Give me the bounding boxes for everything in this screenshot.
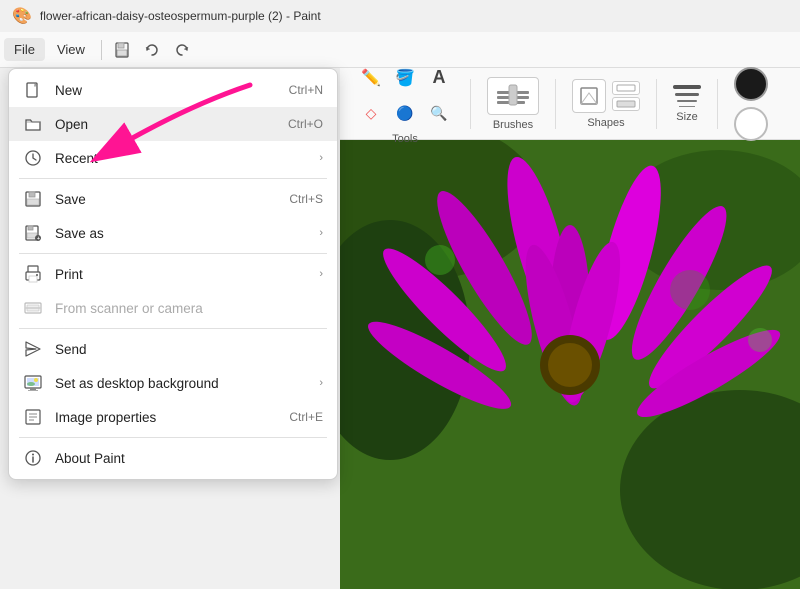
size-xsmall[interactable]	[679, 106, 695, 107]
size-label: Size	[676, 111, 697, 123]
desktop-bg-arrow: ›	[319, 377, 323, 389]
save-as-arrow: ›	[319, 227, 323, 239]
menu-file[interactable]: File	[4, 38, 45, 61]
toolbar-sep-4	[717, 79, 718, 129]
toolbar-sep-3	[656, 79, 657, 129]
scanner-icon	[23, 298, 43, 318]
toolbar: ✏️ 🪣 A ◇ 🔵 🔍 Tools Brushes	[340, 68, 800, 140]
shapes-selector[interactable]	[572, 79, 606, 113]
color-black[interactable]	[734, 67, 768, 101]
image-props-icon	[23, 407, 43, 427]
save-icon-btn[interactable]	[108, 36, 136, 64]
redo-btn[interactable]	[168, 36, 196, 64]
new-icon	[23, 80, 43, 100]
new-label: New	[55, 83, 277, 98]
paint-btn[interactable]: 🪣	[390, 63, 420, 93]
color-white[interactable]	[734, 107, 768, 141]
menu-divider-1	[19, 178, 327, 179]
print-arrow: ›	[319, 268, 323, 280]
size-group: Size	[673, 85, 701, 123]
redo-icon	[174, 42, 190, 58]
zoom-btn[interactable]: 🔍	[424, 99, 454, 129]
menu-divider-4	[19, 437, 327, 438]
open-label: Open	[55, 117, 276, 132]
size-medium[interactable]	[675, 93, 699, 96]
menu-divider-2	[19, 253, 327, 254]
app-icon: 🎨	[12, 6, 32, 26]
shapes-group: Shapes	[572, 79, 640, 129]
eraser-btn[interactable]: ◇	[356, 99, 386, 129]
save-shortcut: Ctrl+S	[289, 192, 323, 206]
print-icon	[23, 264, 43, 284]
save-label: Save	[55, 192, 277, 207]
image-props-label: Image properties	[55, 410, 277, 425]
save-as-label: Save as	[55, 226, 307, 241]
menu-item-about[interactable]: About Paint	[9, 441, 337, 475]
menu-separator	[101, 40, 102, 60]
title-bar: 🎨 flower-african-daisy-osteospermum-purp…	[0, 0, 800, 32]
desktop-bg-label: Set as desktop background	[55, 376, 307, 391]
color-selector	[734, 67, 768, 141]
menu-item-desktop-bg[interactable]: Set as desktop background ›	[9, 366, 337, 400]
recent-arrow: ›	[319, 152, 323, 164]
image-props-shortcut: Ctrl+E	[289, 410, 323, 424]
print-label: Print	[55, 267, 307, 282]
tools-group: ✏️ 🪣 A ◇ 🔵 🔍 Tools	[356, 63, 454, 145]
outline-btn[interactable]	[612, 81, 640, 95]
canvas-area	[340, 140, 800, 589]
save-as-icon: +	[23, 223, 43, 243]
about-icon	[23, 448, 43, 468]
flower-image	[340, 140, 800, 589]
tools-label: Tools	[392, 133, 418, 145]
brushes-btn[interactable]	[487, 77, 539, 115]
undo-icon	[144, 42, 160, 58]
eyedropper-btn[interactable]: 🔵	[390, 99, 420, 129]
desktop-bg-icon	[23, 373, 43, 393]
toolbar-sep-2	[555, 79, 556, 129]
menu-item-recent[interactable]: Recent ›	[9, 141, 337, 175]
menu-item-image-props[interactable]: Image properties Ctrl+E	[9, 400, 337, 434]
shapes-icon	[578, 85, 600, 107]
size-small[interactable]	[677, 100, 697, 102]
about-label: About Paint	[55, 451, 323, 466]
menu-view[interactable]: View	[47, 38, 95, 61]
recent-label: Recent	[55, 151, 307, 166]
menu-divider-3	[19, 328, 327, 329]
scanner-label: From scanner or camera	[55, 301, 323, 316]
toolbar-sep-1	[470, 79, 471, 129]
save-icon	[114, 42, 130, 58]
menu-item-print[interactable]: Print ›	[9, 257, 337, 291]
menu-item-save[interactable]: Save Ctrl+S	[9, 182, 337, 216]
brushes-group: Brushes	[487, 77, 539, 131]
svg-text:+: +	[37, 236, 40, 242]
fill-btn[interactable]	[612, 97, 640, 111]
send-icon	[23, 339, 43, 359]
undo-btn[interactable]	[138, 36, 166, 64]
brushes-icon	[495, 83, 531, 109]
recent-icon	[23, 148, 43, 168]
menu-item-save-as[interactable]: + Save as ›	[9, 216, 337, 250]
fill-icon	[616, 99, 636, 109]
size-large[interactable]	[673, 85, 701, 89]
text-btn[interactable]: A	[424, 63, 454, 93]
menu-item-send[interactable]: Send	[9, 332, 337, 366]
brushes-label: Brushes	[493, 119, 533, 131]
file-menu: New Ctrl+N Open Ctrl+O Recent ›	[8, 68, 338, 480]
window-title: flower-african-daisy-osteospermum-purple…	[40, 9, 321, 23]
save-menu-icon	[23, 189, 43, 209]
send-label: Send	[55, 342, 323, 357]
shapes-label: Shapes	[587, 117, 624, 129]
new-shortcut: Ctrl+N	[289, 83, 323, 97]
pencil-btn[interactable]: ✏️	[356, 63, 386, 93]
open-shortcut: Ctrl+O	[288, 117, 323, 131]
menu-item-open[interactable]: Open Ctrl+O	[9, 107, 337, 141]
menu-item-scanner: From scanner or camera	[9, 291, 337, 325]
open-icon	[23, 114, 43, 134]
outline-icon	[616, 83, 636, 93]
menu-item-new[interactable]: New Ctrl+N	[9, 73, 337, 107]
